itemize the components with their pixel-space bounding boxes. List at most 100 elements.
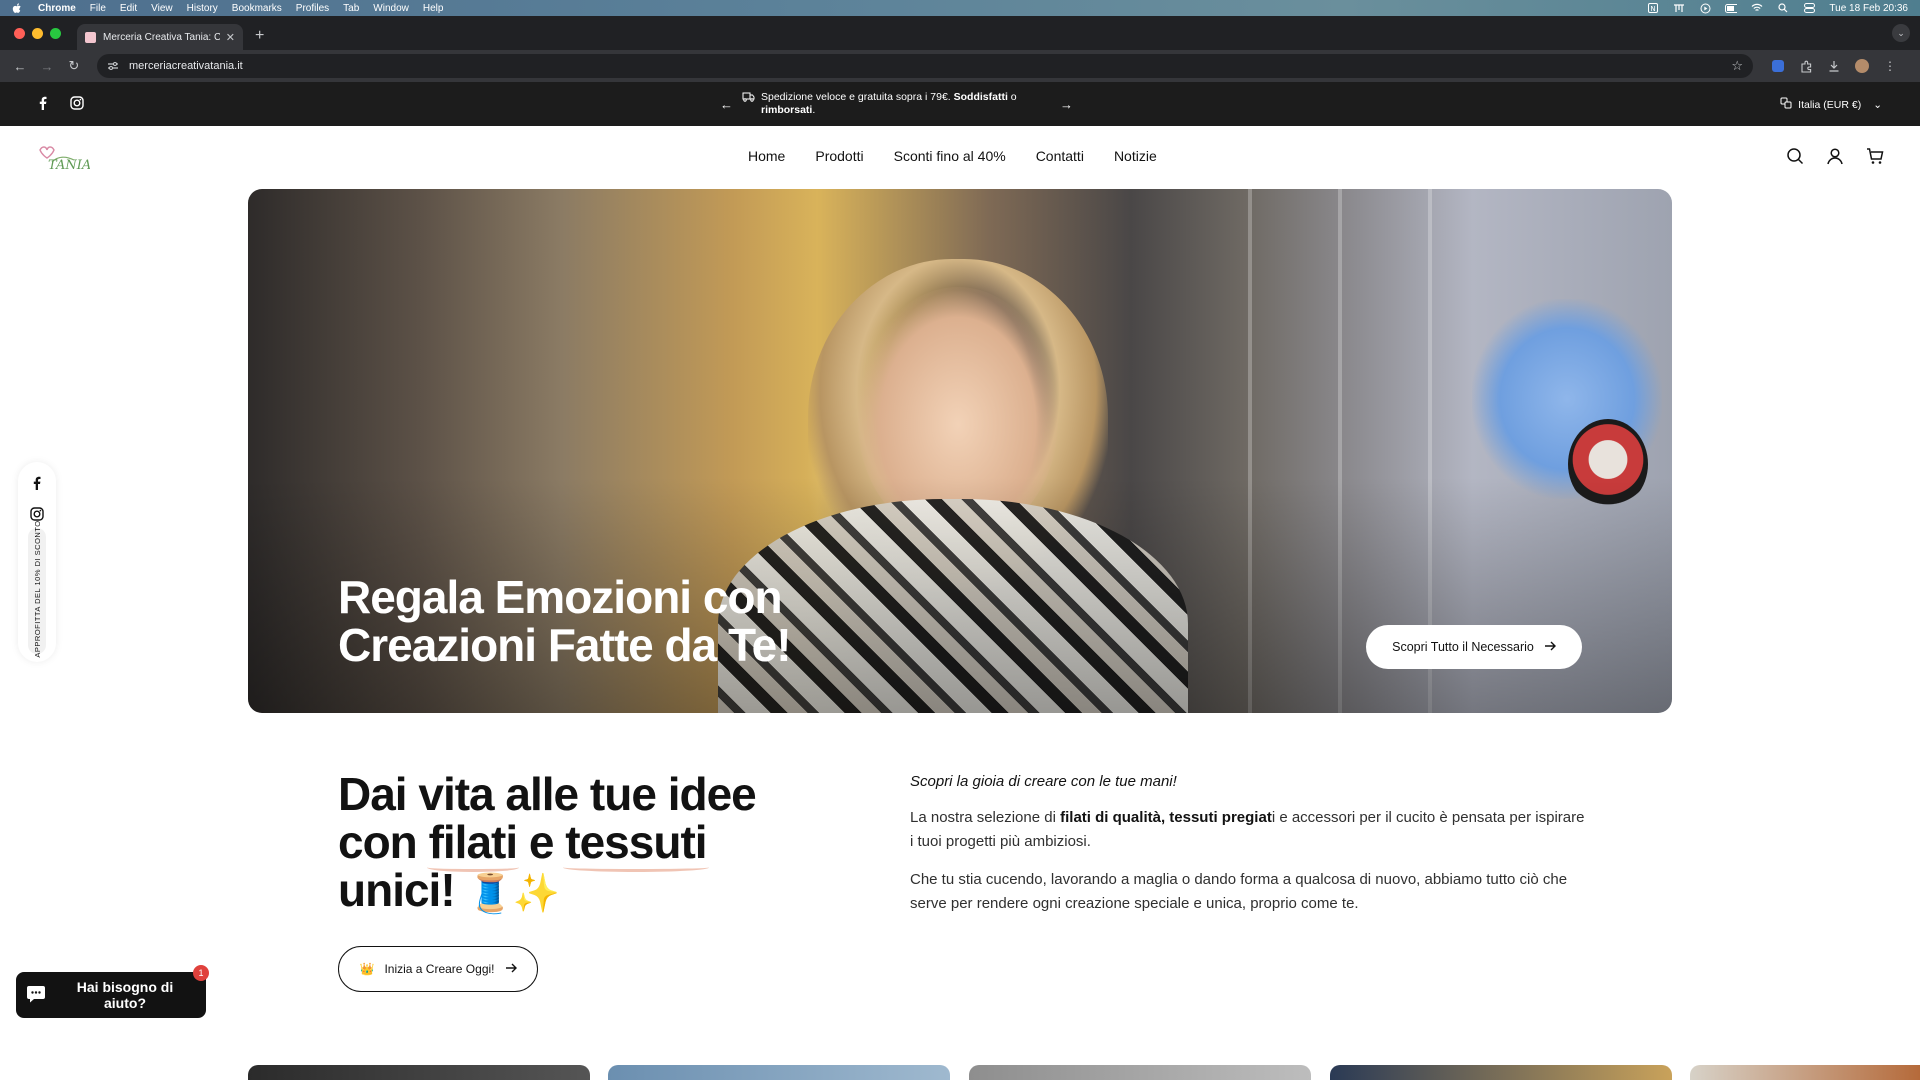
new-tab-button[interactable]: + [255,27,264,45]
nav-prodotti[interactable]: Prodotti [815,148,863,164]
main-navigation: Home Prodotti Sconti fino al 40% Contatt… [748,148,1157,164]
browser-tab-active[interactable]: Merceria Creativa Tania: Cuc ✕ [77,24,243,50]
site-header: TANIA Home Prodotti Sconti fino al 40% C… [0,126,1920,188]
collection-card[interactable] [248,1065,590,1080]
reload-icon[interactable]: ↻ [64,58,84,74]
menu-window[interactable]: Window [373,3,409,14]
minimize-window-button[interactable] [32,27,43,39]
site-settings-icon[interactable] [107,60,119,72]
macos-menu-bar: Chrome File Edit View History Bookmarks … [0,0,1920,16]
arrow-right-icon [1544,640,1556,654]
menu-clock[interactable]: Tue 18 Feb 20:36 [1829,3,1908,14]
menu-history[interactable]: History [187,3,218,14]
apple-icon[interactable] [12,2,22,14]
url-text[interactable]: merceriacreativatania.it [129,60,243,72]
country-currency-label: Italia (EUR €) [1798,98,1862,111]
facebook-icon[interactable] [36,96,50,115]
help-chat-button[interactable]: Hai bisogno di aiuto? [16,972,206,1018]
status-area: N Tue 18 Feb 20:36 [1647,3,1908,14]
arrow-right-icon [505,962,517,976]
intro-paragraph-2: Che tu stia cucendo, lavorando a maglia … [910,871,1568,912]
profile-avatar-icon[interactable] [1855,59,1869,73]
announcement-text: Spedizione veloce e gratuita sopra i 79€… [761,91,1017,116]
search-icon[interactable] [1786,147,1804,170]
bookmark-star-icon[interactable]: ☆ [1731,58,1743,74]
nav-home[interactable]: Home [748,148,785,164]
announcement-message: Spedizione veloce e gratuita sopra i 79€… [742,91,1052,117]
back-arrow-icon[interactable]: ← [10,59,30,74]
collection-card[interactable] [1330,1065,1672,1080]
announcement-slider: ← Spedizione veloce e gratuita sopra i 7… [720,90,1106,118]
wifi-icon[interactable] [1751,3,1763,13]
tab-search-chevron-icon[interactable]: ⌄ [1892,24,1910,42]
toolbar-actions: ⋮ [1771,59,1897,73]
translate-language-icon [1780,97,1792,112]
hero-title: Regala Emozioni con Creazioni Fatte da T… [338,571,792,671]
announcement-prev-arrow-icon[interactable]: ← [720,97,734,112]
start-creating-label: Inizia a Creare Oggi! [384,962,495,976]
logo-wordmark: TANIA [48,158,90,172]
help-chat-label: Hai bisogno di aiuto? [76,979,174,1011]
announcement-bar: ← Spedizione veloce e gratuita sopra i 7… [0,82,1920,126]
zoom-window-button[interactable] [50,27,61,39]
browser-toolbar: ← → ↻ merceriacreativatania.it ☆ ⋮ [0,50,1920,82]
battery-icon[interactable] [1725,3,1738,13]
nav-notizie[interactable]: Notizie [1114,148,1157,164]
nav-sconti[interactable]: Sconti fino al 40% [894,148,1006,164]
cart-icon[interactable] [1866,147,1884,170]
nav-contatti[interactable]: Contatti [1036,148,1084,164]
underlined-word: tessuti [565,816,707,868]
collection-card[interactable] [608,1065,950,1080]
control-center-icon[interactable] [1803,3,1815,13]
collection-card[interactable] [1690,1065,1920,1080]
site-logo[interactable]: TANIA [36,142,91,173]
discount-tab-label[interactable]: APPROFITTA DEL 10% DI SCONTO [28,520,46,657]
svg-text:N: N [1651,5,1656,13]
intro-heading: Dai vita alle tue idee con filati e tess… [338,768,757,916]
crown-emoji-icon: 👑 [359,962,375,976]
extension-bitwarden-icon[interactable] [1771,59,1785,73]
extensions-puzzle-icon[interactable] [1799,59,1813,73]
menu-view[interactable]: View [151,3,173,14]
menu-edit[interactable]: Edit [120,3,137,14]
address-bar[interactable]: merceriacreativatania.it ☆ [97,54,1753,78]
menu-profiles[interactable]: Profiles [296,3,329,14]
menu-tab[interactable]: Tab [343,3,359,14]
menu-bookmarks[interactable]: Bookmarks [232,3,282,14]
country-selector[interactable]: Italia (EUR €) ⌄ [1780,97,1882,112]
instagram-icon[interactable] [70,96,84,115]
menu-app-name[interactable]: Chrome [38,3,76,14]
collection-card[interactable] [969,1065,1311,1080]
spotlight-search-icon[interactable] [1777,3,1789,13]
hero-banner: Regala Emozioni con Creazioni Fatte da T… [248,189,1672,713]
intro-description: Scopri la gioia di creare con le tue man… [910,770,1590,930]
download-icon[interactable] [1827,59,1841,73]
site-favicon-icon [85,31,96,43]
start-creating-button[interactable]: 👑 Inizia a Creare Oggi! [338,946,538,992]
notion-icon[interactable]: N [1647,3,1659,13]
hero-discover-button[interactable]: Scopri Tutto il Necessario [1366,625,1582,669]
web-page: ← Spedizione veloce e gratuita sopra i 7… [0,82,1920,1080]
notification-badge: 1 [193,965,209,981]
play-circle-icon[interactable] [1699,3,1711,13]
hero-button-label: Scopri Tutto il Necessario [1392,640,1534,654]
underlined-word: filati [428,816,519,868]
window-controls [14,27,61,39]
close-tab-icon[interactable]: ✕ [226,31,235,44]
close-window-button[interactable] [14,27,25,39]
browser-menu-kebab-icon[interactable]: ⋮ [1883,59,1897,73]
fan-icon[interactable] [1673,3,1685,13]
tab-title: Merceria Creativa Tania: Cuc [103,31,220,43]
chevron-down-icon: ⌄ [1873,98,1882,111]
menu-file[interactable]: File [90,3,106,14]
announcement-next-arrow-icon[interactable]: → [1060,97,1074,112]
intro-lead: Scopri la gioia di creare con le tue man… [910,773,1177,790]
intro-paragraph-1: La nostra selezione di filati di qualità… [910,809,1585,850]
header-actions [1786,147,1884,170]
side-facebook-icon[interactable] [30,476,44,490]
menu-help[interactable]: Help [423,3,444,14]
side-instagram-icon[interactable] [30,507,44,521]
forward-arrow-icon[interactable]: → [37,59,57,74]
browser-tab-strip: Merceria Creativa Tania: Cuc ✕ + ⌄ [0,16,1920,50]
account-user-icon[interactable] [1826,147,1844,170]
